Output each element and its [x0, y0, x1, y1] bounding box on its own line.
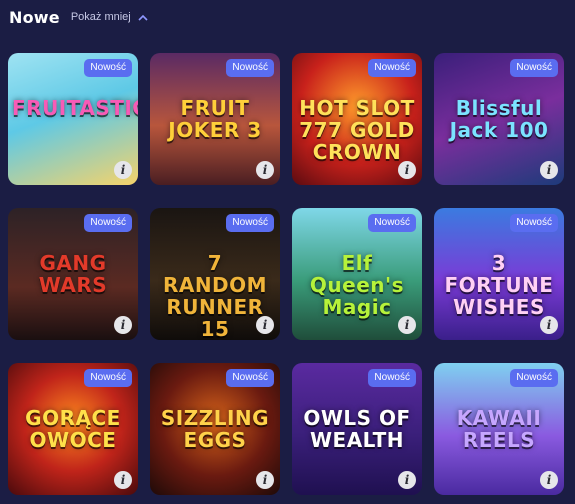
game-tile[interactable]: FRUITASTIC Nowość i [8, 53, 138, 185]
chevron-up-icon [138, 14, 148, 21]
game-title-art: HOT SLOT 777 GOLD CROWN [299, 96, 415, 164]
show-less-label: Pokaż mniej [70, 11, 131, 23]
game-title-art: Blissful Jack 100 [449, 96, 549, 142]
game-title-art: KAWAII REELS [456, 406, 542, 452]
game-tile[interactable]: GANG WARS Nowość i [8, 208, 138, 340]
game-tile[interactable]: 7 RANDOM RUNNER 15 Nowość i [150, 208, 280, 340]
info-icon[interactable]: i [114, 161, 132, 179]
game-tile[interactable]: GORĄCE OWOCE Nowość i [8, 363, 138, 495]
game-tile[interactable]: FRUIT JOKER 3 Nowość i [150, 53, 280, 185]
info-icon[interactable]: i [540, 161, 558, 179]
new-badge: Nowość [510, 214, 558, 232]
game-title-art: FRUITASTIC [12, 96, 138, 120]
info-icon[interactable]: i [114, 471, 132, 489]
new-badge: Nowość [226, 369, 274, 387]
game-tile[interactable]: SIZZLING EGGS Nowość i [150, 363, 280, 495]
info-icon[interactable]: i [398, 161, 416, 179]
game-tile[interactable]: OWLS OF WEALTH Nowość i [292, 363, 422, 495]
section-header: Nowe Pokaż mniej [9, 6, 148, 28]
info-icon[interactable]: i [398, 316, 416, 334]
info-icon[interactable]: i [398, 471, 416, 489]
game-title-art: 3 FORTUNE WISHES [444, 251, 554, 319]
game-grid: FRUITASTIC Nowość i FRUIT JOKER 3 Nowość i HOT… [8, 53, 564, 495]
new-badge: Nowość [84, 214, 132, 232]
game-tile[interactable]: 3 FORTUNE WISHES Nowość i [434, 208, 564, 340]
game-tile[interactable]: KAWAII REELS Nowość i [434, 363, 564, 495]
new-badge: Nowość [510, 59, 558, 77]
game-tile[interactable]: Elf Queen's Magic Nowość i [292, 208, 422, 340]
info-icon[interactable]: i [256, 161, 274, 179]
game-title-art: Elf Queen's Magic [309, 251, 405, 319]
game-title-art: FRUIT JOKER 3 [168, 96, 262, 142]
new-badge: Nowość [226, 59, 274, 77]
new-badge: Nowość [510, 369, 558, 387]
game-tile[interactable]: Blissful Jack 100 Nowość i [434, 53, 564, 185]
new-badge: Nowość [84, 59, 132, 77]
new-badge: Nowość [84, 369, 132, 387]
info-icon[interactable]: i [114, 316, 132, 334]
game-title-art: GORĄCE OWOCE [25, 406, 121, 452]
game-title-art: SIZZLING EGGS [160, 406, 270, 452]
section-title: Nowe [9, 7, 60, 27]
new-badge: Nowość [368, 369, 416, 387]
game-title-art: GANG WARS [38, 251, 108, 297]
info-icon[interactable]: i [540, 316, 558, 334]
new-badge: Nowość [368, 59, 416, 77]
new-badge: Nowość [368, 214, 416, 232]
info-icon[interactable]: i [540, 471, 558, 489]
game-tile[interactable]: HOT SLOT 777 GOLD CROWN Nowość i [292, 53, 422, 185]
new-badge: Nowość [226, 214, 274, 232]
info-icon[interactable]: i [256, 471, 274, 489]
info-icon[interactable]: i [256, 316, 274, 334]
show-less-toggle[interactable]: Pokaż mniej [71, 11, 148, 23]
game-title-art: OWLS OF WEALTH [303, 406, 411, 452]
